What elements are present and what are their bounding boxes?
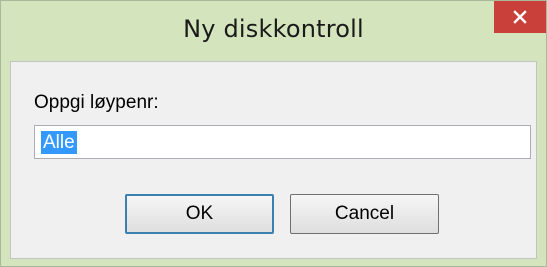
cancel-button[interactable]: Cancel [290, 194, 439, 234]
close-button[interactable] [494, 1, 546, 33]
course-number-input[interactable]: Alle [34, 125, 531, 159]
dialog-body: Oppgi løypenr: Alle OK Cancel [10, 61, 537, 259]
prompt-label: Oppgi løypenr: [34, 92, 159, 113]
ok-button[interactable]: OK [125, 194, 274, 234]
dialog-window: Ny diskkontroll Oppgi løypenr: Alle OK C… [0, 0, 547, 267]
title-bar[interactable]: Ny diskkontroll [1, 1, 546, 61]
input-selected-text[interactable]: Alle [41, 131, 77, 154]
dialog-title: Ny diskkontroll [183, 15, 364, 43]
close-icon [513, 10, 527, 24]
